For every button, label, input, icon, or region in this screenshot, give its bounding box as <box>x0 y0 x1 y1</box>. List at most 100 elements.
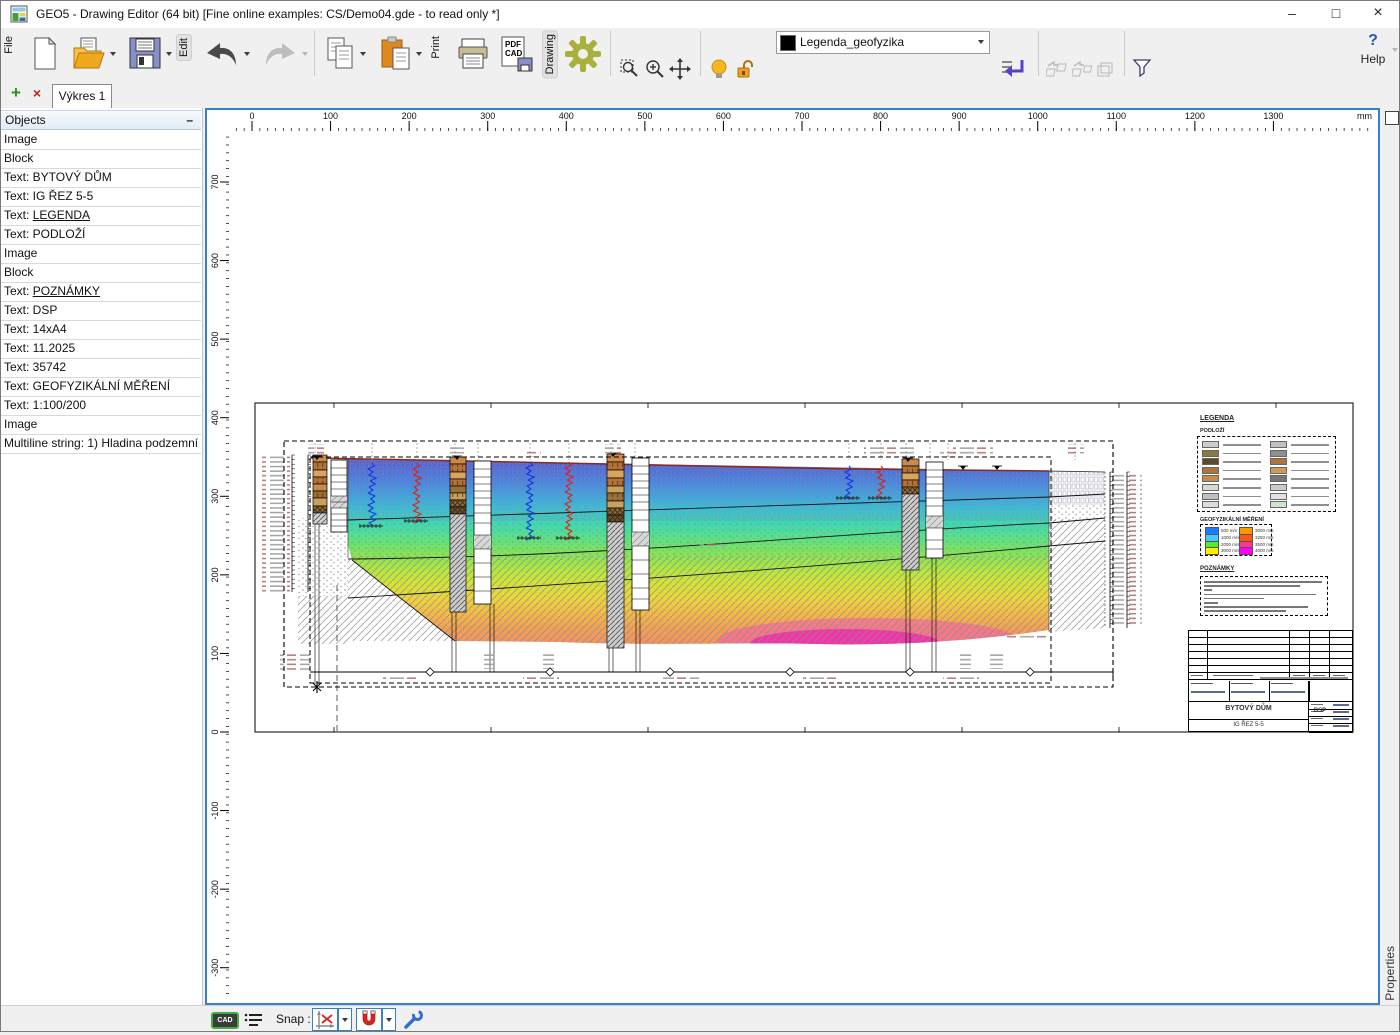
copy-dropdown-arrow[interactable] <box>360 52 366 56</box>
magnet-snap-button[interactable] <box>356 1008 382 1031</box>
minimize-button[interactable]: – <box>1272 0 1312 28</box>
object-list-item[interactable]: Text: DSP <box>0 302 201 321</box>
copy-multiple-icon[interactable] <box>1096 60 1116 79</box>
copy-properties-all-icon[interactable] <box>1072 60 1094 79</box>
cad-mode-badge[interactable]: CAD <box>211 1012 239 1029</box>
magnet-snap-dropdown[interactable] <box>382 1008 396 1031</box>
svg-text:900: 900 <box>952 111 967 121</box>
object-list-item[interactable]: Text: GEOFYZIKÁLNÍ MĚŘENÍ <box>0 378 201 397</box>
status-bar: CAD Snap : <box>0 1005 1400 1033</box>
interpreted-log-column[interactable] <box>632 458 649 610</box>
paste-icon[interactable] <box>380 36 412 72</box>
toolbar-separator <box>1038 31 1039 76</box>
borehole-log[interactable] <box>450 457 466 612</box>
interpreted-log-column[interactable] <box>331 460 347 532</box>
visibility-bulb-icon[interactable] <box>710 59 728 80</box>
ruler-corner <box>207 110 230 133</box>
new-file-icon[interactable] <box>32 37 58 71</box>
objects-list: ImageBlockText: BYTOVÝ DŮMText: IG ŘEZ 5… <box>0 131 201 454</box>
object-list-item[interactable]: Image <box>0 131 201 150</box>
objects-collapse-button[interactable]: – <box>186 111 193 130</box>
settings-wrench-icon[interactable] <box>404 1010 424 1030</box>
object-list-item[interactable]: Text: 1:100/200 <box>0 397 201 416</box>
layer-combobox[interactable]: Legenda_geofyzika <box>776 31 990 54</box>
svg-text:500: 500 <box>637 111 652 121</box>
object-list-item[interactable]: Multiline string: 1) Hladina podzemní <box>0 435 201 454</box>
object-list-item[interactable]: Text: 35742 <box>0 359 201 378</box>
toolbar-separator <box>314 31 315 76</box>
geo5-app-icon <box>10 5 28 23</box>
apply-layer-icon[interactable] <box>1000 58 1026 82</box>
object-list-item[interactable]: Block <box>0 150 201 169</box>
settings-gear-icon[interactable] <box>564 35 602 73</box>
redo-dropdown-arrow[interactable] <box>302 52 308 56</box>
svg-text:700: 700 <box>210 174 220 189</box>
layer-combobox-value: Legenda_geofyzika <box>800 32 904 52</box>
svg-text:0: 0 <box>249 111 254 121</box>
svg-text:mm: mm <box>1357 111 1372 121</box>
canvas-corner-button[interactable] <box>1385 111 1399 125</box>
drawing-canvas[interactable]: 0100200300400500600700800900100011001200… <box>205 108 1380 1005</box>
save-icon[interactable] <box>128 36 162 70</box>
interpreted-log-column[interactable] <box>474 461 491 604</box>
snap-mode-dropdown[interactable] <box>338 1008 352 1031</box>
file-group-label[interactable]: File <box>3 36 15 54</box>
pdf-cad-export-icon[interactable]: PDF CAD <box>500 36 534 72</box>
open-dropdown-arrow[interactable] <box>110 52 116 56</box>
interpreted-log-column[interactable] <box>926 462 943 558</box>
paste-dropdown-arrow[interactable] <box>416 52 422 56</box>
objects-panel-header[interactable]: Objects – <box>0 110 201 130</box>
tab-vykres-1[interactable]: Výkres 1 <box>52 84 112 109</box>
object-list-item[interactable]: Text: 14xA4 <box>0 321 201 340</box>
properties-panel-tab[interactable]: Properties <box>1383 946 1397 1001</box>
maximize-button[interactable]: □ <box>1316 0 1356 28</box>
borehole-log[interactable] <box>607 454 624 648</box>
borehole-log[interactable] <box>902 459 919 570</box>
zoom-selection-icon[interactable] <box>620 59 640 79</box>
edit-group-label[interactable]: Edit <box>176 34 192 61</box>
copy-icon[interactable] <box>326 36 356 72</box>
save-dropdown-arrow[interactable] <box>166 52 172 56</box>
object-list-item[interactable]: Text: POZNÁMKY <box>0 283 201 302</box>
layer-combobox-arrow[interactable] <box>978 40 984 44</box>
borehole-log[interactable] <box>313 455 327 524</box>
object-list-item[interactable]: Text: IG ŘEZ 5-5 <box>0 188 201 207</box>
redo-icon[interactable] <box>262 41 298 67</box>
print-icon[interactable] <box>456 37 490 71</box>
add-drawing-button[interactable]: + <box>6 83 26 103</box>
object-list-item[interactable]: Text: LEGENDA <box>0 207 201 226</box>
svg-text:1000: 1000 <box>1028 111 1048 121</box>
open-file-icon[interactable] <box>72 36 106 74</box>
svg-text:1300: 1300 <box>1263 111 1283 121</box>
svg-text:500: 500 <box>210 332 220 347</box>
close-drawing-button[interactable]: × <box>28 85 46 101</box>
snap-mode-button[interactable] <box>312 1008 338 1031</box>
object-list-item[interactable]: Image <box>0 245 201 264</box>
object-list-item[interactable]: Text: PODLOŽÍ <box>0 226 201 245</box>
filter-icon[interactable] <box>1132 58 1152 78</box>
object-list-item[interactable]: Text: BYTOVÝ DŮM <box>0 169 201 188</box>
undo-icon[interactable] <box>204 41 240 67</box>
close-button[interactable]: × <box>1358 0 1398 28</box>
zoom-in-icon[interactable] <box>645 59 665 79</box>
magnet-icon <box>357 1009 381 1030</box>
svg-text:400: 400 <box>210 410 220 425</box>
lock-icon[interactable] <box>736 59 754 79</box>
window-title: GEO5 - Drawing Editor (64 bit) [Fine onl… <box>36 7 500 21</box>
snap-axes-icon <box>313 1009 337 1030</box>
object-list-item[interactable]: Image <box>0 416 201 435</box>
svg-text:1100: 1100 <box>1107 111 1126 121</box>
svg-text:800: 800 <box>873 111 888 121</box>
help-button[interactable]: ? Help <box>1350 30 1396 76</box>
drawing-sheet-view[interactable] <box>230 133 1378 1003</box>
svg-text:600: 600 <box>716 111 731 121</box>
copy-properties-icon[interactable] <box>1046 60 1068 79</box>
pan-icon[interactable] <box>669 58 691 80</box>
object-list-item[interactable]: Text: 11.2025 <box>0 340 201 359</box>
help-dropdown-arrow[interactable] <box>1392 48 1398 52</box>
object-list-item[interactable]: Block <box>0 264 201 283</box>
layers-list-icon[interactable] <box>244 1012 264 1027</box>
drawing-group-label[interactable]: Drawing <box>542 30 558 78</box>
undo-dropdown-arrow[interactable] <box>244 52 250 56</box>
print-group-label[interactable]: Print <box>430 36 442 59</box>
